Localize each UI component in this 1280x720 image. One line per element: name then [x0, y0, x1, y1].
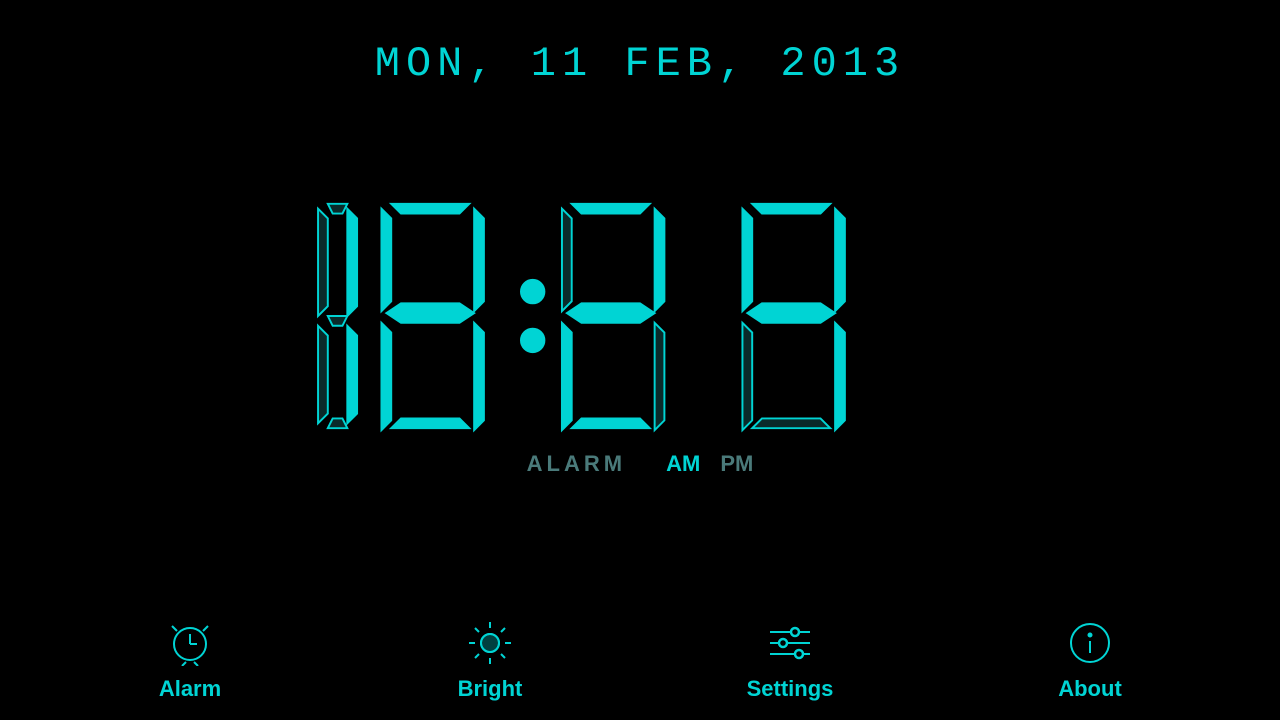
pm-button[interactable]: PM [720, 451, 753, 477]
bottom-nav: Alarm Bright [0, 600, 1280, 720]
alarm-indicator: ALARM [527, 451, 626, 477]
brightness-icon [465, 618, 515, 668]
am-button[interactable]: AM [666, 451, 700, 477]
settings-icon [765, 618, 815, 668]
clock-area: ALARM AM PM [240, 68, 1040, 600]
nav-about[interactable]: About [1030, 618, 1150, 702]
alarm-label: Alarm [159, 676, 221, 702]
nav-bright[interactable]: Bright [430, 618, 550, 702]
alarm-clock-icon [165, 618, 215, 668]
indicators: ALARM AM PM [527, 451, 754, 477]
nav-alarm[interactable]: Alarm [130, 618, 250, 702]
nav-settings[interactable]: Settings [730, 618, 850, 702]
about-label: About [1058, 676, 1122, 702]
bright-label: Bright [458, 676, 523, 702]
info-icon [1065, 618, 1115, 668]
ampm-container[interactable]: AM PM [666, 451, 753, 477]
clock-display [240, 191, 1040, 441]
settings-label: Settings [747, 676, 834, 702]
